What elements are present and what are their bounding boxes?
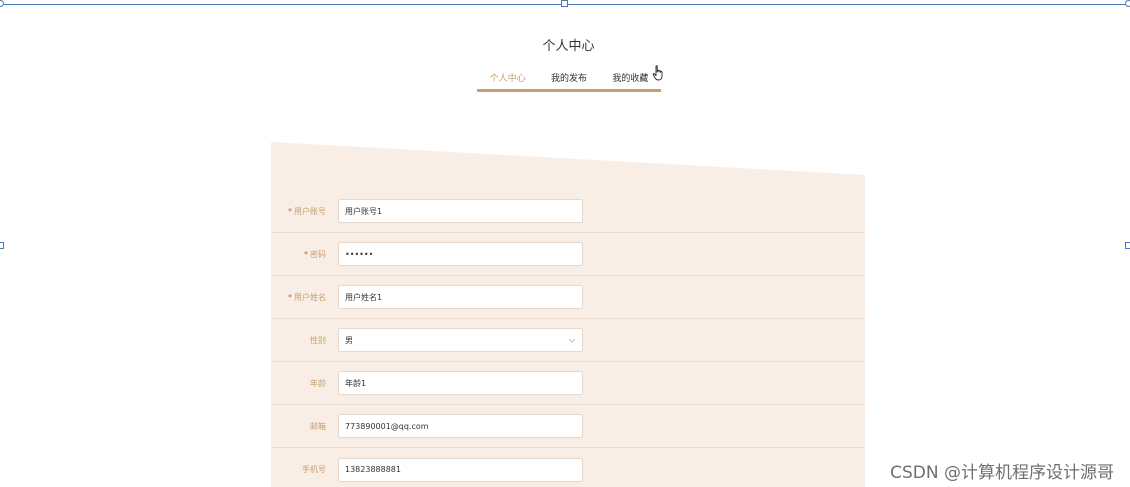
form-row-email: 邮箱 773890001@qq.com xyxy=(271,405,865,448)
page-title: 个人中心 xyxy=(542,39,595,54)
field-label: 手机号 xyxy=(302,465,326,474)
tab-my-posts[interactable]: 我的发布 xyxy=(549,71,589,84)
required-mark: * xyxy=(288,206,292,216)
tab-personal-center[interactable]: 个人中心 xyxy=(488,71,528,84)
required-mark: * xyxy=(304,249,308,259)
required-mark: * xyxy=(288,292,292,302)
resize-handle-top-right[interactable] xyxy=(1125,0,1130,7)
tab-bar: 个人中心 我的发布 我的收藏 xyxy=(477,66,661,92)
resize-handle-middle-left[interactable] xyxy=(0,242,4,249)
gender-select[interactable]: 男 xyxy=(338,328,583,352)
resize-handle-top-left[interactable] xyxy=(0,0,4,7)
field-label: * 用户姓名 xyxy=(288,292,326,302)
field-label: 邮箱 xyxy=(310,421,326,431)
form-row-account: * 用户账号 用户账号1 xyxy=(271,190,865,233)
password-input[interactable]: •••••• xyxy=(338,242,583,266)
field-label: * 密码 xyxy=(304,249,326,259)
form-row-phone: 手机号 13823888881 xyxy=(271,448,865,487)
watermark: CSDN @计算机程序设计源哥 xyxy=(890,463,1114,483)
age-input[interactable]: 年龄1 xyxy=(338,371,583,395)
tab-my-favorites[interactable]: 我的收藏 xyxy=(610,71,650,84)
resize-handle-top-center[interactable] xyxy=(561,0,568,7)
form-row-name: * 用户姓名 用户姓名1 xyxy=(271,276,865,319)
form-row-password: * 密码 •••••• xyxy=(271,233,865,276)
field-label: 性别 xyxy=(310,335,326,345)
email-input[interactable]: 773890001@qq.com xyxy=(338,414,583,438)
chevron-down-icon xyxy=(568,338,576,343)
name-input[interactable]: 用户姓名1 xyxy=(338,285,583,309)
field-label: 年龄 xyxy=(310,378,326,388)
phone-input[interactable]: 13823888881 xyxy=(338,457,583,482)
account-input[interactable]: 用户账号1 xyxy=(338,199,583,223)
profile-form: * 用户账号 用户账号1 * 密码 •••••• * 用户姓名 用户姓名1 性别 男 … xyxy=(271,142,865,487)
resize-handle-middle-right[interactable] xyxy=(1125,242,1130,249)
field-label: * 用户账号 xyxy=(288,206,326,216)
hand-pointer-icon xyxy=(652,65,663,81)
form-row-age: 年龄 年龄1 xyxy=(271,362,865,405)
form-row-gender: 性别 男 xyxy=(271,319,865,362)
